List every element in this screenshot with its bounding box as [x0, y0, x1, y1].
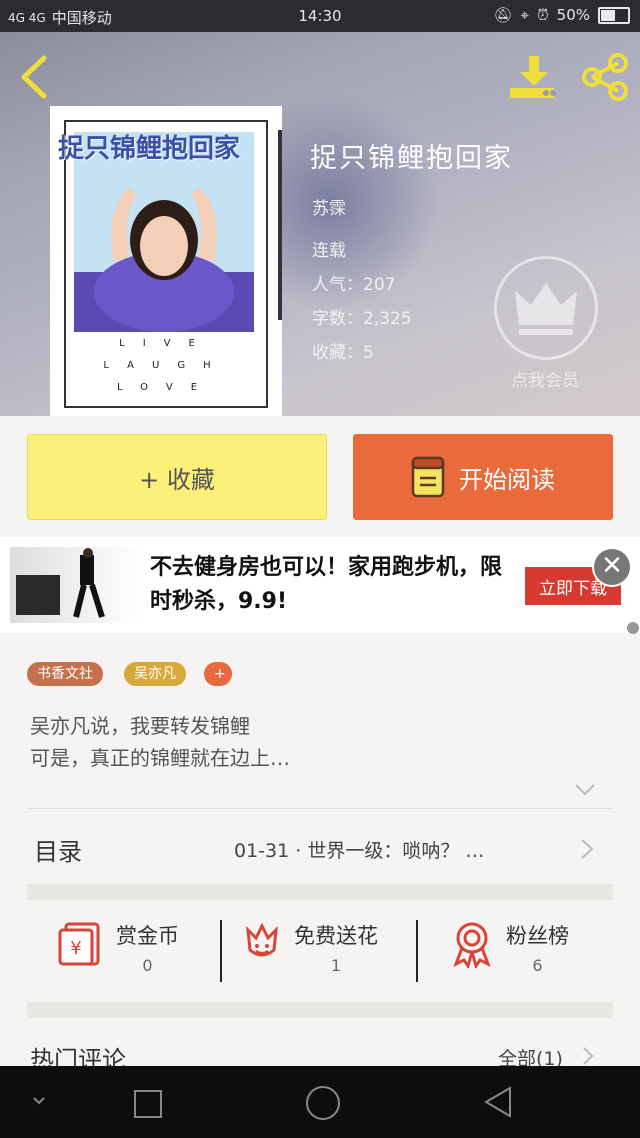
fan-ranking[interactable]: 粉丝榜 6: [450, 920, 569, 975]
back-button[interactable]: [16, 54, 50, 103]
reward-coins[interactable]: ¥ 赏金币 0: [56, 920, 179, 975]
status-bar: 4G 4G 中国移动 14:30 🔕︎ ⌖ ⏰︎ 50%: [0, 0, 640, 32]
battery-icon: [598, 6, 630, 24]
intro-line-1: 吴亦凡说，我要转发锦鲤: [30, 714, 250, 738]
divider: [220, 920, 222, 982]
chevron-left-icon: [21, 55, 47, 99]
crown-icon: [515, 283, 577, 335]
cover-word-live: LIVE: [119, 338, 213, 349]
stat-value: 1: [330, 956, 342, 975]
cover-spine: [278, 130, 282, 320]
alarm-icon: ⏰︎: [536, 6, 549, 24]
favorite-button[interactable]: + 收藏: [27, 434, 327, 520]
stat-value: 0: [142, 956, 153, 975]
battery-percent: 50%: [556, 6, 590, 24]
section-gap: [27, 1002, 613, 1018]
share-icon: [582, 53, 628, 101]
stat-label: 免费送花: [294, 924, 378, 948]
system-nav-bar: [0, 1066, 640, 1138]
hot-comments-row[interactable]: 热门评论 全部(1): [0, 1030, 640, 1074]
tag-celebrity[interactable]: 吴亦凡: [124, 662, 186, 686]
expand-intro-button[interactable]: [574, 782, 596, 801]
chevron-right-icon: [583, 1047, 594, 1065]
medal-icon: [453, 922, 491, 968]
cover-title: 捉只锦鲤抱回家: [58, 134, 241, 164]
cover-word-love: LOVE: [116, 382, 216, 393]
member-badge[interactable]: [494, 256, 598, 360]
book-title: 捉只锦鲤抱回家: [310, 143, 513, 174]
divider: [27, 808, 613, 809]
ad-close-button[interactable]: ✕: [592, 547, 632, 587]
section-gap: [27, 884, 613, 900]
latest-chapter: 01-31 · 世界一级：唢呐？ …: [234, 840, 485, 862]
stat-value: 6: [532, 956, 543, 975]
word-count: 字数：2,325: [312, 309, 412, 329]
back-nav-button[interactable]: [484, 1086, 512, 1118]
book-cover[interactable]: 捉只锦鲤抱回家 LIVE LAUGH LOVE: [50, 106, 282, 416]
download-icon: [510, 56, 556, 98]
stat-label: 粉丝榜: [506, 924, 569, 948]
popularity: 人气：207: [312, 275, 396, 295]
ad-text: 不去健身房也可以！家用跑步机，限时秒杀，9.9!: [150, 555, 503, 614]
serial-status: 连载: [312, 241, 346, 261]
ad-image: [10, 547, 144, 623]
download-button[interactable]: [508, 54, 560, 105]
chevron-down-icon[interactable]: [32, 1096, 46, 1106]
flower-icon: [246, 922, 278, 957]
toc-label: 目录: [34, 838, 82, 866]
favorite-count: 收藏：5: [312, 343, 374, 363]
location-icon: ⌖: [520, 6, 529, 24]
toc-row[interactable]: 目录 01-31 · 世界一级：唢呐？ …: [0, 810, 640, 884]
recent-apps-button[interactable]: [134, 1090, 162, 1118]
stat-label: 赏金币: [116, 924, 179, 948]
ad-info-icon[interactable]: [627, 622, 639, 634]
home-button[interactable]: [306, 1086, 340, 1120]
red-envelope-icon: ¥: [58, 922, 100, 966]
intro-line-2: 可是，真正的锦鲤就在边上…: [30, 746, 290, 770]
member-label: 点我会员: [511, 371, 579, 391]
svg-text:¥: ¥: [70, 938, 81, 959]
chevron-down-icon: [575, 784, 595, 796]
chevron-right-icon: [581, 839, 594, 859]
close-icon: ✕: [601, 551, 623, 581]
mute-icon: 🔕︎: [493, 6, 513, 24]
start-reading-label: 开始阅读: [459, 465, 555, 494]
add-tag-button[interactable]: +: [204, 662, 232, 686]
send-flower[interactable]: 免费送花 1: [242, 920, 378, 975]
divider: [416, 920, 418, 982]
author-name[interactable]: 苏霂: [312, 194, 346, 219]
cover-word-laugh: LAUGH: [103, 360, 229, 371]
start-reading-button[interactable]: 开始阅读: [353, 434, 613, 520]
share-button[interactable]: [580, 52, 630, 105]
book-icon: [411, 456, 445, 498]
tag-publisher[interactable]: 书香文社: [27, 662, 103, 686]
